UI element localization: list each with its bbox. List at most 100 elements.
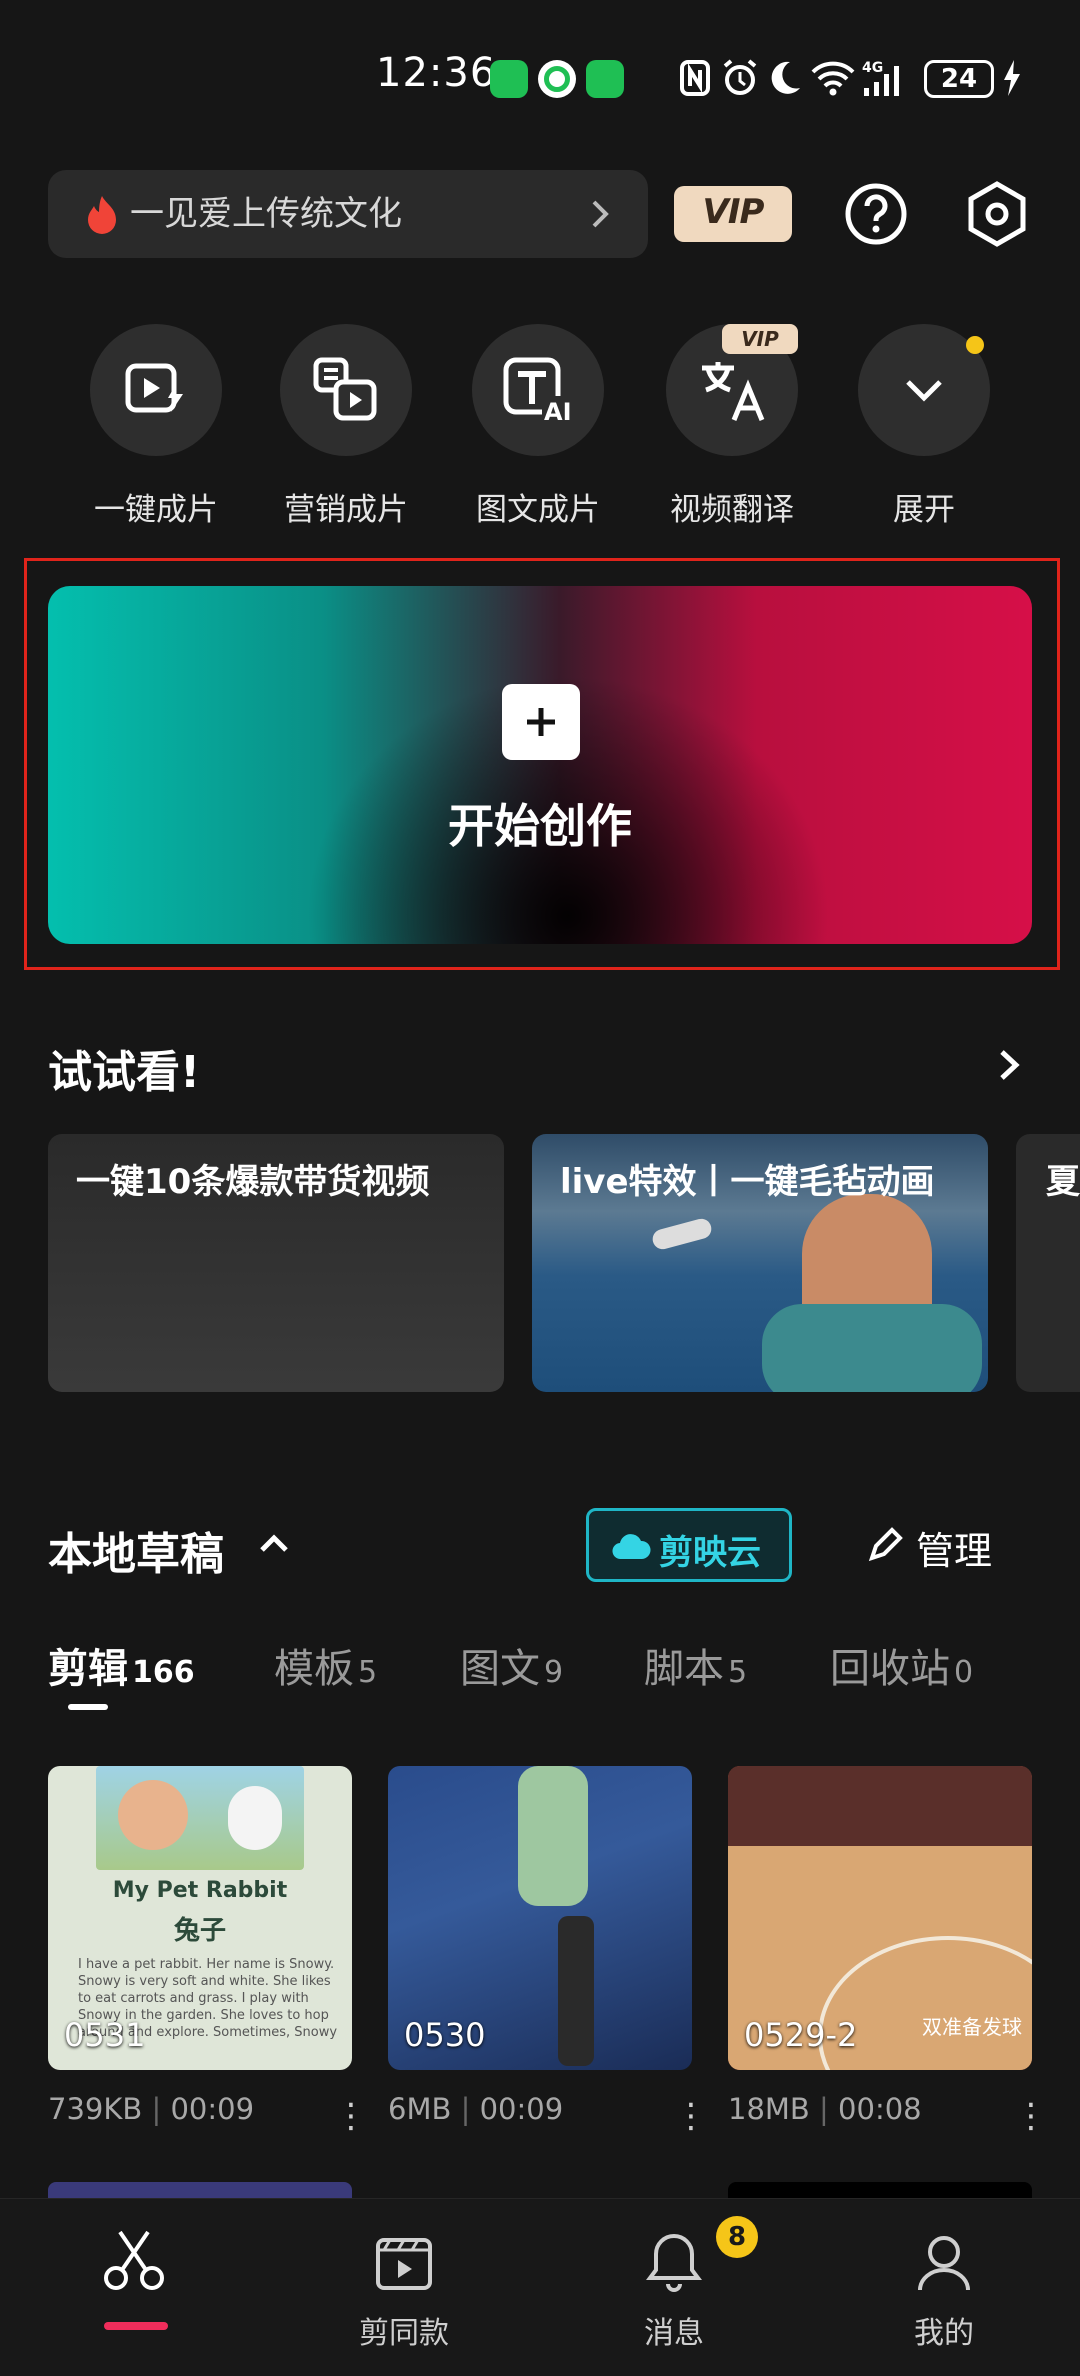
quick-action-one-click[interactable] <box>90 324 222 456</box>
more-options-icon[interactable]: ⋮ <box>1014 2096 1048 2136</box>
chevron-up-icon[interactable] <box>256 1528 292 1560</box>
start-creating-label: 开始创作 <box>448 799 632 853</box>
wifi-icon <box>811 61 855 96</box>
text-ai-icon: AI <box>503 357 574 426</box>
tab-script[interactable]: 脚本 5 <box>644 1636 747 1694</box>
tab-count: 166 <box>132 1655 195 1690</box>
draft-meta: 18MB | 00:08 <box>728 2092 922 2126</box>
plus-icon <box>502 684 580 760</box>
profile-icon[interactable] <box>912 2228 976 2294</box>
video-caption: 双准备发球 <box>922 2015 1022 2039</box>
edit-pencil-icon[interactable] <box>866 1524 906 1564</box>
marketing-video-icon <box>313 357 377 421</box>
cloud-label: 剪映云 <box>659 1533 761 1573</box>
girl-face <box>118 1780 188 1850</box>
manage-button[interactable]: 管理 <box>916 1520 992 1575</box>
try-card[interactable]: live特效丨一键毛毡动画 <box>532 1134 988 1392</box>
tab-label: 剪辑 <box>48 1646 128 1692</box>
draft-thumbnail[interactable]: 0530 <box>388 1766 692 2070</box>
start-creating-banner[interactable] <box>48 586 1032 944</box>
svg-text:AI: AI <box>544 398 572 426</box>
tab-count: 5 <box>728 1655 748 1690</box>
thumb-title: My Pet Rabbit <box>112 1878 288 1903</box>
draft-thumbnail[interactable]: 双准备发球 0529-2 <box>728 1766 1032 2070</box>
tab-count: 5 <box>358 1655 378 1690</box>
bird-shape <box>650 1216 714 1252</box>
svg-text:4G: 4G <box>862 60 883 76</box>
drafts-title: 本地草稿 <box>48 1529 224 1580</box>
tab-edit[interactable]: 剪辑 166 <box>48 1636 195 1694</box>
video-bolt-icon <box>125 363 183 413</box>
active-tab-indicator <box>104 2322 168 2330</box>
tab-image-text[interactable]: 图文 9 <box>460 1636 563 1694</box>
tab-label: 脚本 <box>644 1646 724 1692</box>
nav-label-templates[interactable]: 剪同款 <box>304 2308 504 2352</box>
template-video-icon[interactable] <box>372 2230 436 2294</box>
new-dot-indicator <box>966 336 984 354</box>
charging-icon <box>1004 60 1020 96</box>
nav-label-messages[interactable]: 消息 <box>574 2308 774 2352</box>
tab-count: 0 <box>954 1655 974 1690</box>
thumb-subtitle: 兔子 <box>173 1916 226 1946</box>
draft-name: 0529-2 <box>744 2016 858 2054</box>
character-sweater <box>762 1304 982 1392</box>
rabbit-face <box>228 1786 282 1850</box>
translate-vip-badge: VIP <box>722 324 798 354</box>
status-time: 12:36 <box>376 50 497 96</box>
try-card[interactable]: 夏 <box>1016 1134 1080 1392</box>
tab-label: 模板 <box>274 1646 354 1692</box>
try-card-label: 一键10条爆款带货视频 <box>76 1162 430 1202</box>
try-card-label: live特效丨一键毛毡动画 <box>560 1162 935 1202</box>
flame-icon <box>88 196 116 234</box>
cloud-button[interactable]: 剪映云 <box>586 1508 792 1582</box>
quick-action-label: 营销成片 <box>284 492 408 528</box>
quick-action-marketing[interactable] <box>280 324 412 456</box>
performer-boots <box>558 1916 594 2066</box>
tab-template[interactable]: 模板 5 <box>274 1636 377 1694</box>
nfc-icon <box>680 60 710 96</box>
quick-action-label: 视频翻译 <box>670 492 794 528</box>
draft-name: 0530 <box>404 2016 486 2054</box>
tab-label: 图文 <box>460 1646 540 1692</box>
quick-action-label: 一键成片 <box>94 492 218 528</box>
performer-figure <box>518 1766 588 1906</box>
vip-button[interactable]: VIP <box>674 186 792 242</box>
draft-meta: 6MB | 00:09 <box>388 2092 564 2126</box>
app-notification-icon <box>538 60 576 98</box>
settings-icon[interactable] <box>964 180 1030 248</box>
chevron-down-icon <box>906 380 942 402</box>
tab-underline <box>68 1704 108 1710</box>
wechat-notification-icon <box>490 60 528 98</box>
wechat-notification-icon-2 <box>586 60 624 98</box>
notification-badge: 8 <box>716 2216 758 2258</box>
quick-action-label: 展开 <box>893 492 955 528</box>
draft-thumbnail[interactable]: My Pet Rabbit 兔子 I have a pet rabbit. He… <box>48 1766 352 2070</box>
scissors-icon[interactable] <box>102 2228 166 2294</box>
tab-count: 9 <box>544 1655 564 1690</box>
alarm-icon <box>723 59 757 95</box>
search-suggestion: 一见爱上传统文化 <box>130 194 402 234</box>
chevron-right-icon[interactable] <box>992 1044 1028 1086</box>
translate-icon <box>702 362 765 421</box>
help-icon[interactable] <box>844 182 908 246</box>
quick-action-label: 图文成片 <box>476 492 600 528</box>
moon-icon <box>771 61 800 94</box>
bell-icon[interactable] <box>642 2228 706 2294</box>
try-card-label: 夏 <box>1046 1162 1080 1202</box>
quick-action-text-video[interactable]: AI <box>472 324 604 456</box>
chevron-right-icon <box>592 200 609 228</box>
draft-thumbnail-partial <box>48 2182 352 2198</box>
try-card[interactable]: 一键10条爆款带货视频 <box>48 1134 504 1392</box>
signal-4g-icon: 4G <box>862 60 899 96</box>
more-options-icon[interactable]: ⋮ <box>674 2096 708 2136</box>
nav-label-profile[interactable]: 我的 <box>844 2308 1044 2352</box>
try-section-title: 试试看! <box>48 1047 201 1098</box>
crowd-stands <box>728 1766 1032 1846</box>
draft-name: 0531 <box>64 2016 146 2054</box>
draft-thumbnail-partial <box>728 2182 1032 2198</box>
more-options-icon[interactable]: ⋮ <box>334 2096 368 2136</box>
battery-indicator: 24 <box>924 60 994 98</box>
tab-recycle-bin[interactable]: 回收站 0 <box>830 1636 973 1694</box>
tab-label: 回收站 <box>830 1646 950 1692</box>
draft-meta: 739KB | 00:09 <box>48 2092 255 2126</box>
